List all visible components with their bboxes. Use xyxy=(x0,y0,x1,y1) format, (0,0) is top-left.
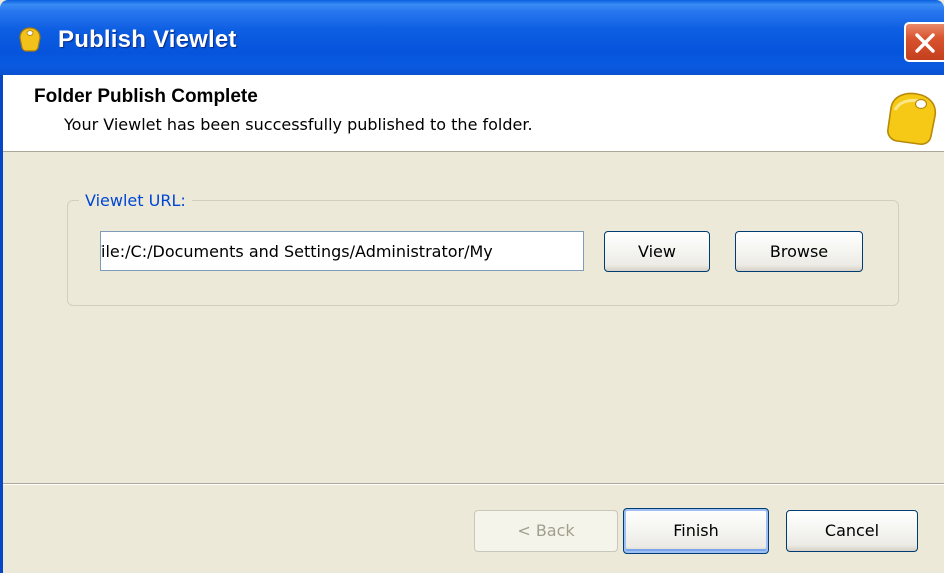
close-button[interactable] xyxy=(904,22,944,62)
viewlet-tag-icon xyxy=(887,92,937,145)
footer-divider xyxy=(3,483,944,485)
page-title: Folder Publish Complete xyxy=(34,86,258,107)
view-button[interactable]: View xyxy=(604,231,710,272)
viewlet-tag-icon xyxy=(19,27,41,52)
publish-viewlet-dialog: Publish Viewlet Folder Publish Complete … xyxy=(0,0,944,573)
back-button[interactable]: < Back xyxy=(474,510,618,552)
cancel-button[interactable]: Cancel xyxy=(786,510,918,552)
browse-button[interactable]: Browse xyxy=(735,231,863,272)
viewlet-url-value: File:/C:/Documents and Settings/Administ… xyxy=(100,242,493,261)
wizard-header: Folder Publish Complete Your Viewlet has… xyxy=(3,75,944,152)
page-subtitle: Your Viewlet has been successfully publi… xyxy=(64,115,533,134)
window-title: Publish Viewlet xyxy=(58,26,237,53)
viewlet-url-field[interactable]: File:/C:/Documents and Settings/Administ… xyxy=(100,231,584,271)
title-bar[interactable]: Publish Viewlet xyxy=(0,0,944,75)
close-icon xyxy=(915,33,935,53)
finish-button[interactable]: Finish xyxy=(623,508,769,554)
viewlet-url-label: Viewlet URL: xyxy=(79,191,192,210)
